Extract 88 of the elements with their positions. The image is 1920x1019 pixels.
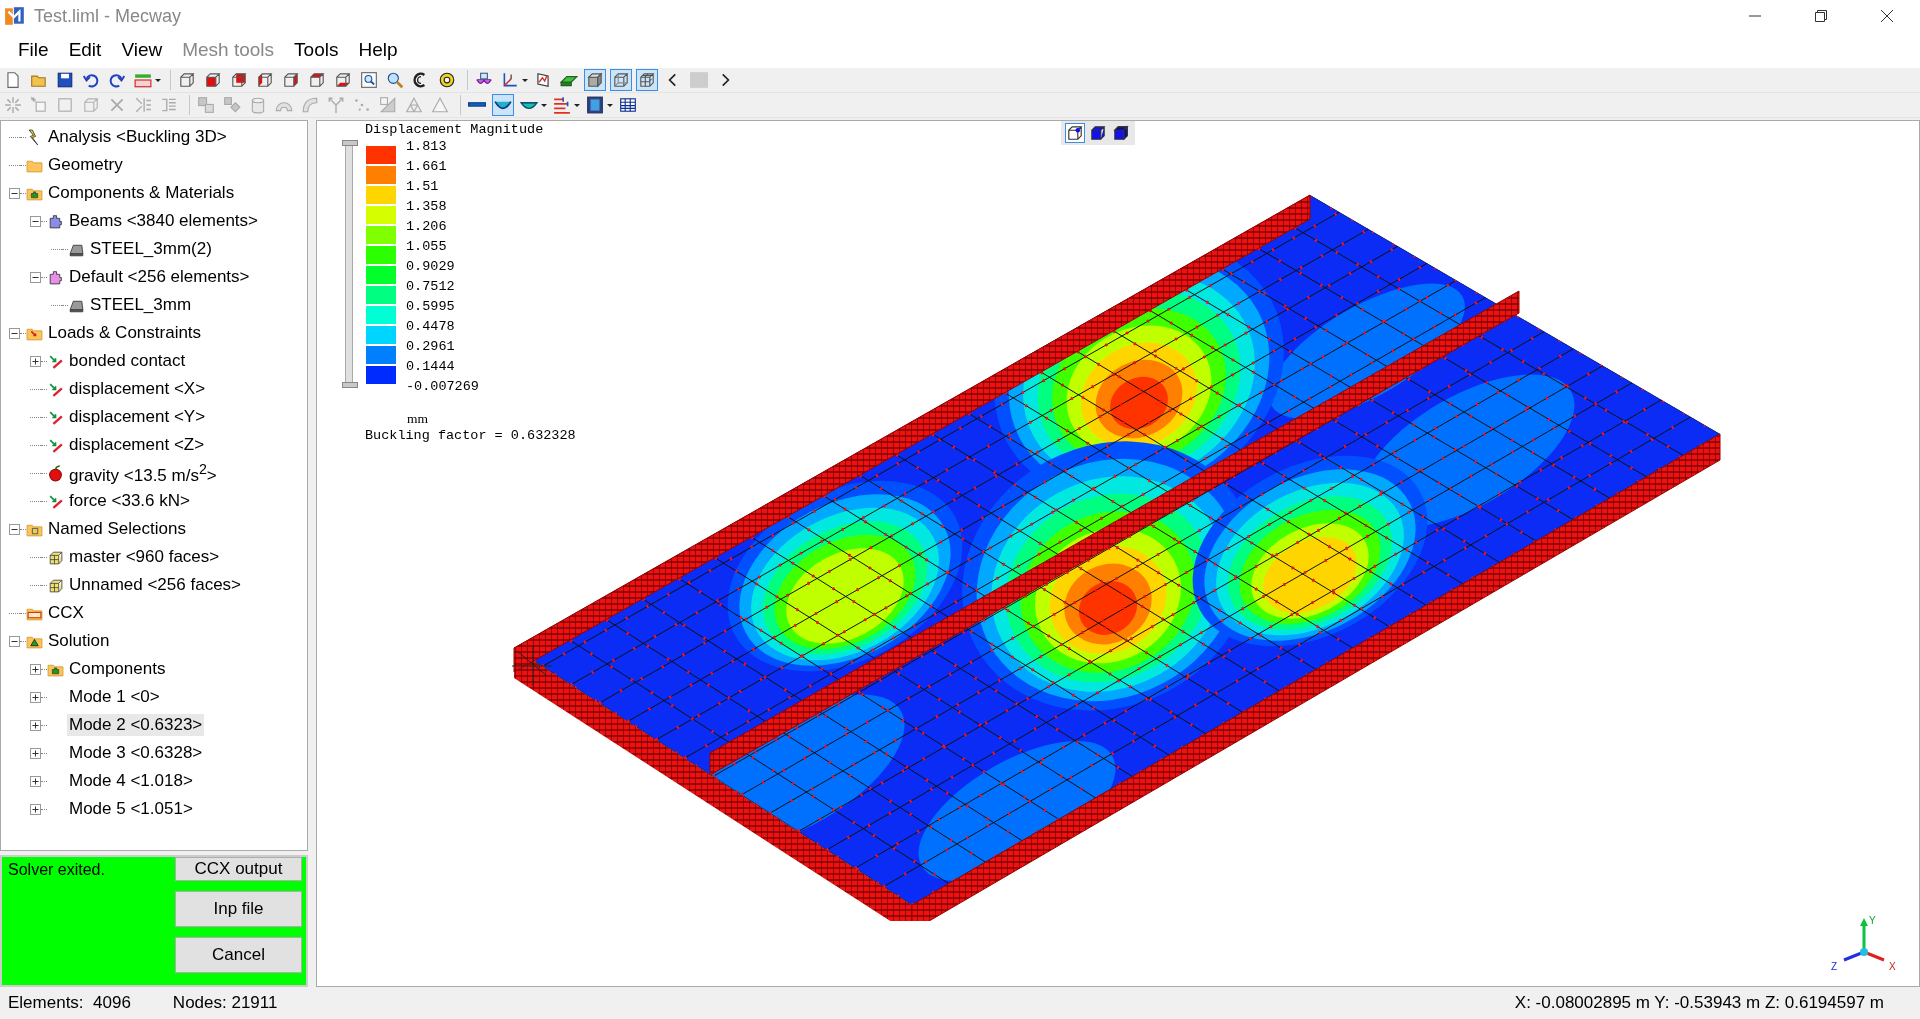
tree-item[interactable]: displacement <Z> bbox=[67, 434, 207, 456]
mesh-cube-icon[interactable] bbox=[636, 69, 658, 91]
scroll-thumb[interactable] bbox=[688, 69, 710, 91]
buckling-factor: Buckling factor = 0.632328 bbox=[365, 427, 576, 445]
legend-value: 0.4478 bbox=[406, 318, 456, 336]
zoom-window-icon[interactable] bbox=[358, 69, 380, 91]
expand-icon[interactable] bbox=[30, 719, 41, 731]
tree-item[interactable]: Components bbox=[67, 658, 168, 680]
tree-item[interactable]: Mode 1 <0> bbox=[67, 686, 162, 708]
legend-value: 1.813 bbox=[406, 138, 448, 156]
collapse-icon[interactable] bbox=[9, 523, 20, 535]
collapse-icon[interactable] bbox=[30, 215, 41, 227]
legend-value: 0.5995 bbox=[406, 298, 456, 316]
tree-item[interactable]: displacement <Y> bbox=[67, 406, 208, 428]
expand-icon[interactable] bbox=[30, 663, 41, 675]
legend-value: 1.358 bbox=[406, 198, 448, 216]
legend-unit: mm bbox=[407, 411, 429, 427]
tree-item[interactable]: bonded contact bbox=[67, 350, 188, 372]
tree-item[interactable]: Analysis <Buckling 3D> bbox=[46, 126, 229, 148]
collapse-icon[interactable] bbox=[30, 271, 41, 283]
collapse-icon[interactable] bbox=[9, 327, 20, 339]
expand-icon[interactable] bbox=[30, 691, 41, 703]
tree-item[interactable]: Solution bbox=[46, 630, 112, 652]
bars-icon[interactable] bbox=[551, 94, 573, 116]
tree-item[interactable]: master <960 faces> bbox=[67, 546, 222, 568]
expand-icon[interactable] bbox=[30, 355, 41, 367]
axis-label: X bbox=[1889, 961, 1896, 972]
collapse-icon[interactable] bbox=[9, 635, 20, 647]
tree-item[interactable]: gravity <13.5 m/s$^{2}$> bbox=[67, 459, 219, 487]
3d-viewport[interactable]: Displacement Magnitude 1.813 1.661 1.51 1.358 1.206 1.055 0.9029 0.7512 0.5995 0.4478 0.2961 0.1444 -0.007269 mm Buckling factor = 0.632328 Y Z X bbox=[316, 120, 1920, 987]
menu-item[interactable]: View bbox=[111, 35, 173, 65]
tree-item[interactable]: displacement <X> bbox=[67, 378, 208, 400]
legend-title: Displacement Magnitude bbox=[365, 121, 545, 139]
collapse-icon[interactable] bbox=[9, 187, 20, 199]
solver-message: Solver exited. bbox=[8, 861, 105, 880]
tree-item[interactable]: Named Selections bbox=[46, 518, 188, 540]
axis-triad-drawing bbox=[1843, 918, 1885, 962]
tree-item[interactable]: Mode 5 <1.051> bbox=[67, 798, 195, 820]
legend-value: 1.055 bbox=[406, 238, 448, 256]
axis-label: Y bbox=[1869, 915, 1876, 926]
close-icon[interactable] bbox=[1880, 9, 1894, 23]
element-count: Elements: 4096 bbox=[8, 993, 131, 1013]
tree-item[interactable]: Unnamed <256 faces> bbox=[67, 574, 243, 596]
menu-item[interactable]: Help bbox=[348, 35, 408, 65]
cursor-coordinates: X: -0.08002895 m Y: -0.53943 m Z: 0.6194597 m bbox=[1514, 993, 1884, 1013]
tree-item[interactable]: CCX bbox=[46, 602, 86, 624]
legend-value: 0.1444 bbox=[406, 358, 456, 376]
shaded-cube-icon[interactable] bbox=[584, 69, 606, 91]
tree-item[interactable]: Default <256 elements> bbox=[67, 266, 252, 288]
expand-icon[interactable] bbox=[30, 803, 41, 815]
legend-value: 0.2961 bbox=[406, 338, 456, 356]
vertex-mode-icon[interactable] bbox=[1065, 123, 1085, 143]
film-icon[interactable] bbox=[584, 94, 606, 116]
range-slider[interactable] bbox=[342, 140, 358, 388]
tree-item[interactable]: Mode 3 <0.6328> bbox=[67, 742, 205, 764]
tree-item[interactable]: Mode 4 <1.018> bbox=[67, 770, 195, 792]
tree-item[interactable]: force <33.6 kN> bbox=[67, 490, 192, 512]
legend-value: 1.661 bbox=[406, 158, 448, 176]
axis-label: Z bbox=[1831, 961, 1838, 972]
tree-item[interactable]: STEEL_3mm bbox=[88, 294, 194, 316]
menu-item[interactable]: Edit bbox=[58, 35, 112, 65]
app-logo-icon bbox=[4, 5, 26, 27]
window-title: Test.liml - Mecway bbox=[34, 5, 181, 27]
expand-icon[interactable] bbox=[30, 775, 41, 787]
menu-item[interactable]: Tools bbox=[284, 35, 349, 65]
solver-button[interactable]: Inp file bbox=[175, 891, 302, 927]
wireframe-cube-icon[interactable] bbox=[610, 69, 632, 91]
solver-button[interactable]: Cancel bbox=[175, 937, 302, 973]
legend-value: 0.7512 bbox=[406, 278, 456, 296]
expand-icon[interactable] bbox=[30, 747, 41, 759]
legend-value: 1.206 bbox=[406, 218, 448, 236]
tree-item[interactable]: Mode 2 <0.6323> bbox=[67, 714, 205, 736]
solver-button[interactable]: CCX output bbox=[175, 857, 302, 881]
legend-value: 1.51 bbox=[406, 178, 440, 196]
tree-item[interactable]: Beams <3840 elements> bbox=[67, 210, 260, 232]
legend-value: 0.9029 bbox=[406, 258, 456, 276]
solid-mode-icon[interactable] bbox=[1111, 123, 1131, 143]
tree-item[interactable]: Geometry bbox=[46, 154, 125, 176]
face-mode-icon[interactable] bbox=[1088, 123, 1108, 143]
bowl-icon[interactable] bbox=[492, 94, 514, 116]
tree-item[interactable]: Components & Materials bbox=[46, 182, 237, 204]
tree-item[interactable]: Loads & Constraints bbox=[46, 322, 204, 344]
apple-icon bbox=[47, 464, 64, 482]
menu-item[interactable]: File bbox=[8, 35, 59, 65]
legend-value: -0.007269 bbox=[406, 378, 479, 396]
restore-icon[interactable] bbox=[1814, 9, 1828, 23]
tree-item[interactable]: STEEL_3mm(2) bbox=[88, 238, 214, 260]
node-count: Nodes: 21911 bbox=[172, 993, 278, 1013]
